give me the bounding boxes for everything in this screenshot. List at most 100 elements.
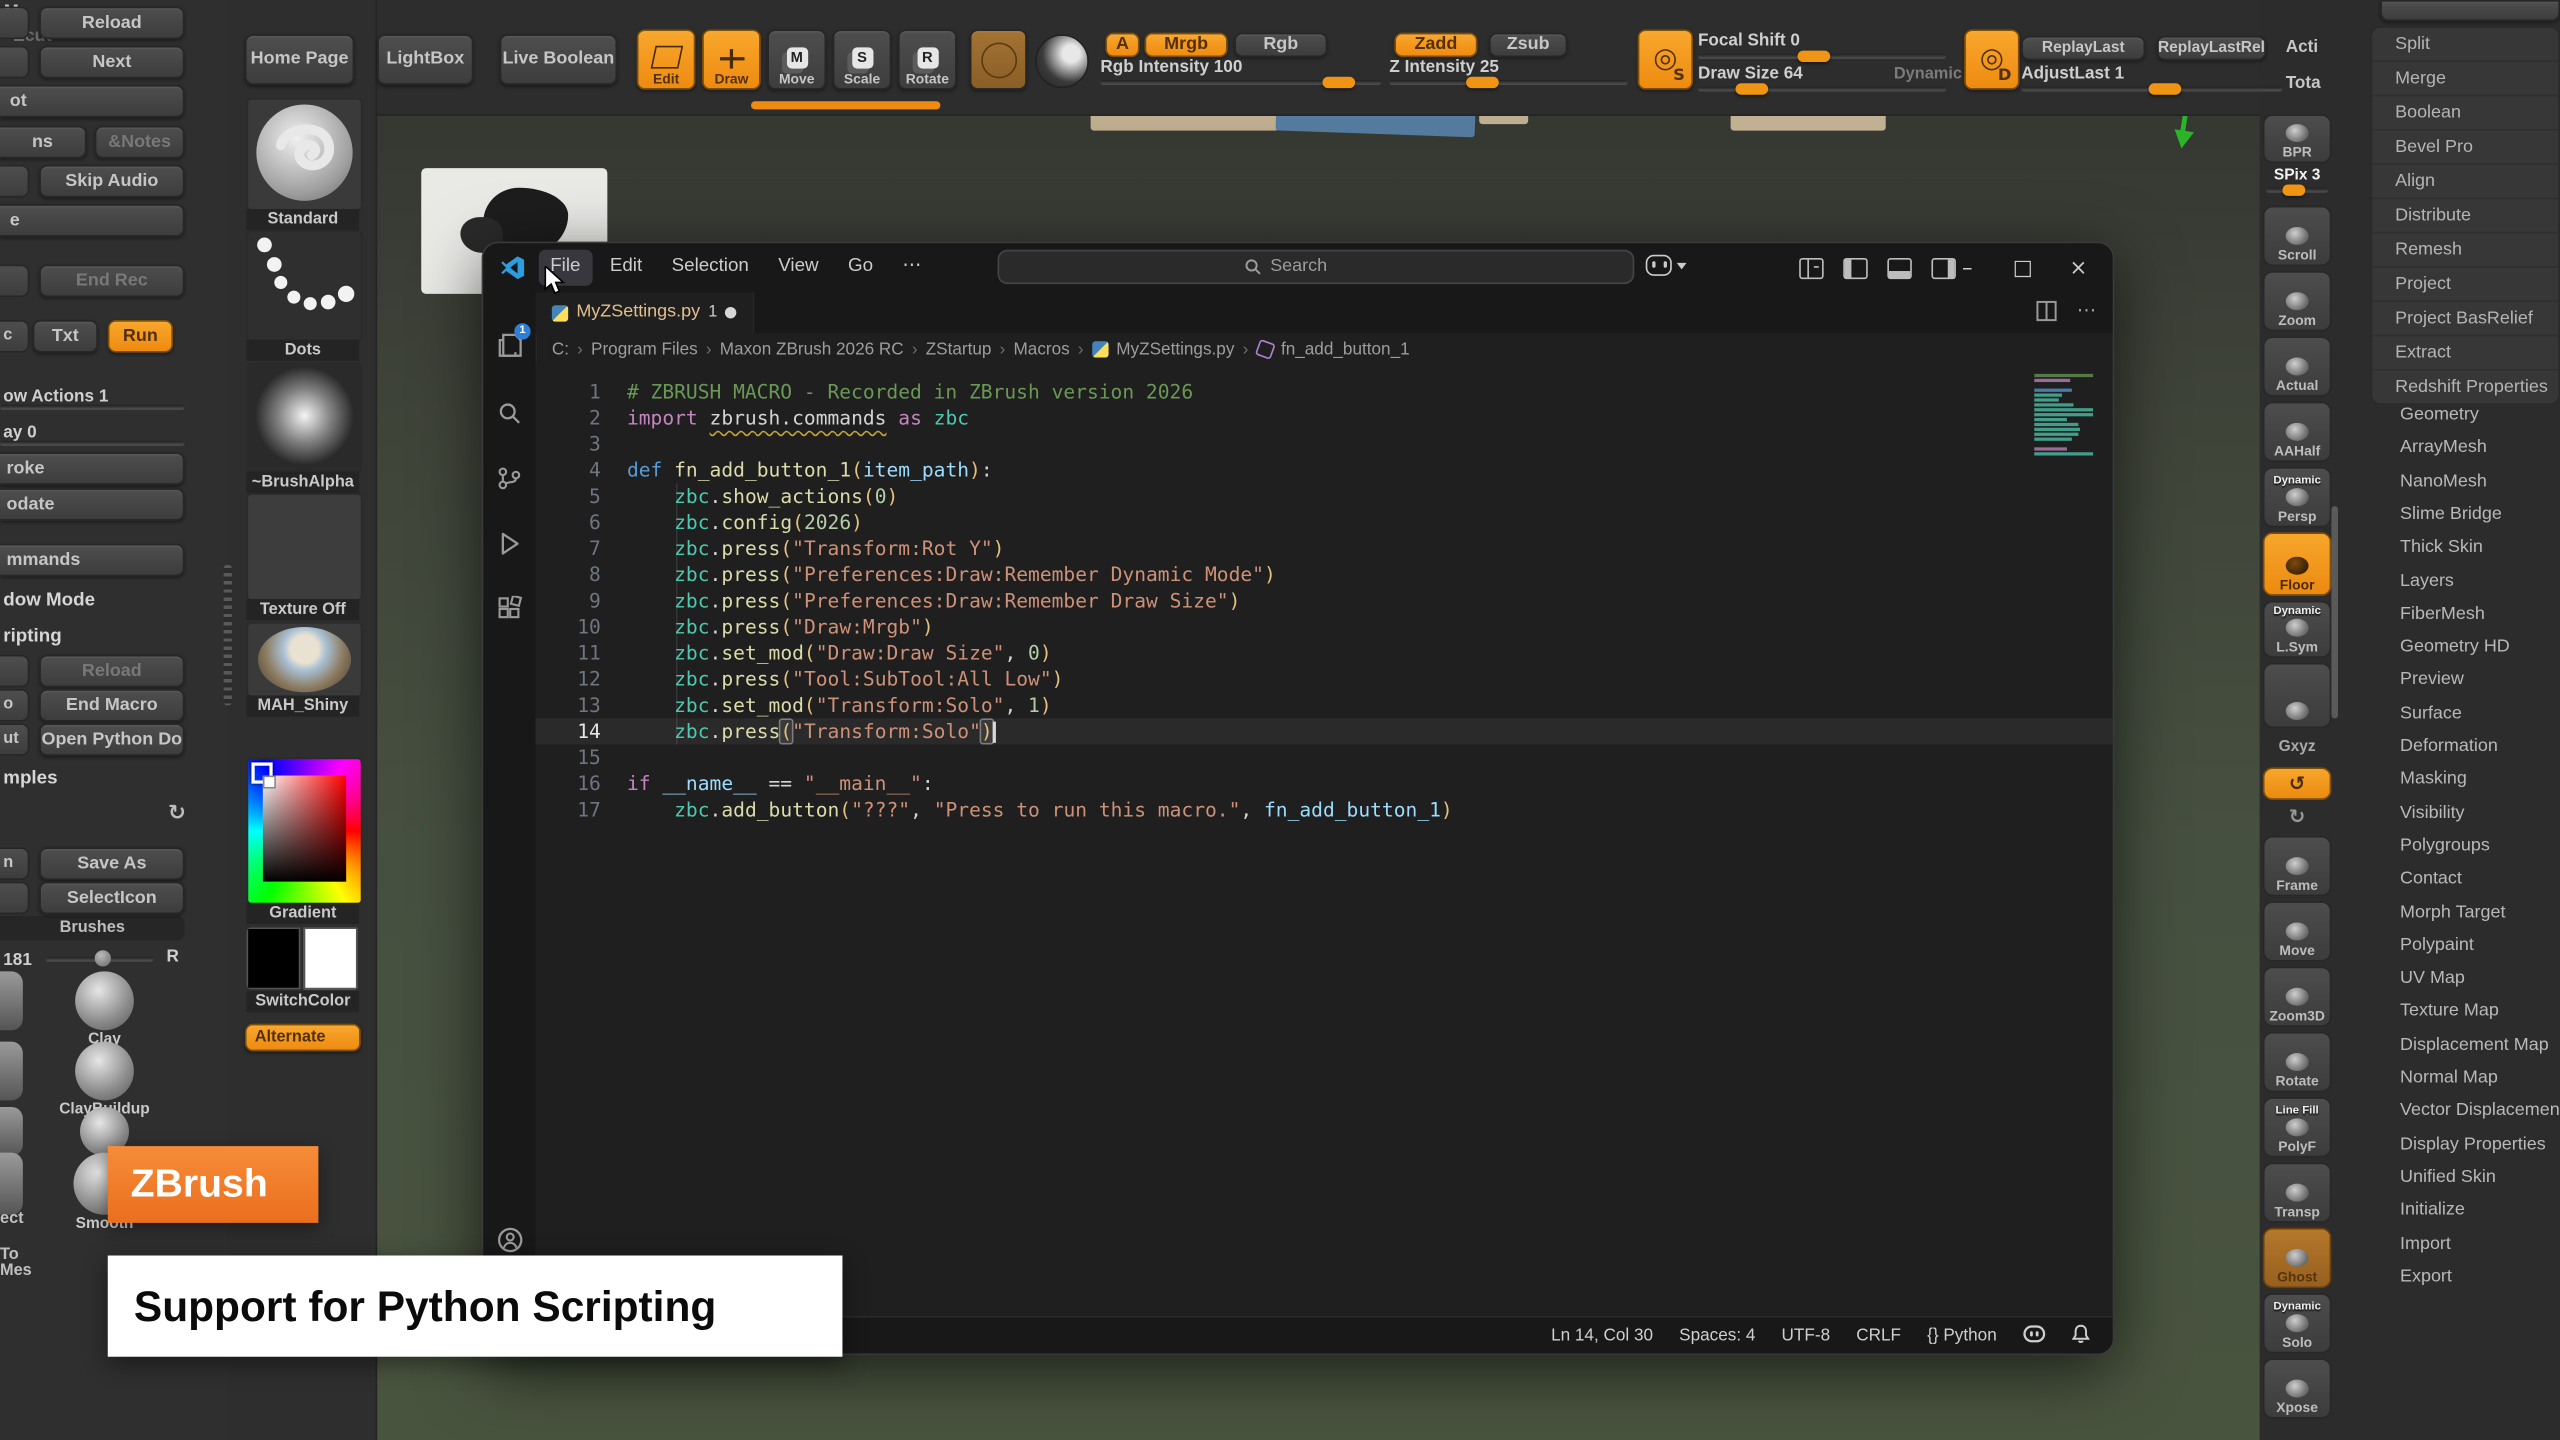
menu-item-geometry-hd[interactable]: Geometry HD — [2400, 635, 2510, 658]
rail-slider-ow-actions-1[interactable]: ow Actions 1 — [0, 380, 229, 413]
rail-slider-ay-0[interactable]: ay 0 — [0, 416, 229, 449]
rail-button-odate[interactable]: odate — [0, 488, 184, 521]
menu-item-selection[interactable]: Selection — [660, 250, 760, 285]
undo-icon[interactable]: ↺ — [2263, 767, 2332, 800]
breadcrumb-item[interactable]: fn_add_button_1 — [1281, 341, 1410, 358]
menu-item-align[interactable]: Align — [2372, 165, 2558, 199]
close-button[interactable]: × — [2051, 257, 2107, 278]
brush-thumb-stub[interactable] — [0, 1153, 23, 1215]
rail-stub-button[interactable]: n — [0, 847, 29, 880]
minimize-button[interactable]: – — [1940, 257, 1996, 278]
menu-item-fibermesh[interactable]: FiberMesh — [2400, 602, 2485, 625]
rail-button-run[interactable]: Run — [108, 320, 173, 353]
rail-button-ns[interactable]: ns — [0, 126, 87, 159]
menu-item-texture-map[interactable]: Texture Map — [2400, 999, 2499, 1022]
slider-handle[interactable] — [1736, 83, 1769, 94]
shelf-button-lock-camera-icon[interactable] — [2263, 663, 2332, 728]
status-item-utf-8[interactable]: UTF-8 — [1782, 1327, 1831, 1344]
material-flat-button[interactable] — [970, 29, 1027, 89]
toggle-a[interactable]: A — [1105, 33, 1139, 57]
menu-item-polygroups[interactable]: Polygroups — [2400, 834, 2490, 857]
brush-thumb-standard[interactable] — [247, 98, 363, 211]
slider-handle[interactable] — [1798, 51, 1831, 62]
slider-z-intensity-25[interactable]: Z Intensity 25 — [1389, 59, 1627, 88]
toggle-rgb[interactable]: Rgb — [1234, 33, 1327, 57]
shelf-slider-spix-3[interactable]: SPix 3 — [2263, 168, 2332, 197]
shelf-button-bpr[interactable]: BPR — [2263, 114, 2332, 163]
breadcrumb-item[interactable]: Maxon ZBrush 2026 RC — [720, 341, 904, 358]
menu-item-[interactable]: ⋯ — [891, 250, 933, 285]
rail-stub-button[interactable] — [0, 46, 29, 79]
breadcrumb-item[interactable]: C: — [552, 341, 569, 358]
brush-thumb-brushalpha[interactable] — [247, 362, 363, 473]
breadcrumb-item[interactable]: Macros — [1014, 341, 1070, 358]
explorer-icon[interactable]: 1 — [483, 320, 535, 369]
shelf-item-gxyz[interactable]: Gxyz — [2263, 735, 2332, 761]
slider-rgb-intensity-100[interactable]: Rgb Intensity 100 — [1100, 59, 1381, 88]
slider-adjustlast-1[interactable]: AdjustLast 1 — [2021, 65, 2282, 94]
redo-icon[interactable]: ↻ — [2263, 803, 2332, 829]
rail-button-skip-audio[interactable]: Skip Audio — [39, 165, 184, 198]
shelf-button-zoom3d[interactable]: Zoom3D — [2263, 967, 2332, 1027]
menu-item-import[interactable]: Import — [2400, 1233, 2451, 1256]
menu-item-contact[interactable]: Contact — [2400, 867, 2462, 890]
sv-selector[interactable] — [263, 776, 276, 789]
mode-button-rotate[interactable]: RRotate — [898, 29, 957, 89]
menu-item-project[interactable]: Project — [2372, 268, 2558, 302]
shelf-button-solo[interactable]: DynamicSolo — [2263, 1293, 2332, 1353]
brush-thumb-stub[interactable] — [0, 1107, 23, 1156]
brush-thumb-gradient[interactable] — [247, 758, 363, 905]
shelf-button-transp[interactable]: Transp — [2263, 1162, 2332, 1222]
menu-item-morph-target[interactable]: Morph Target — [2400, 901, 2505, 924]
menu-item-go[interactable]: Go — [837, 250, 885, 285]
status-item-crlf[interactable]: CRLF — [1856, 1327, 1901, 1344]
shelf-button-actual[interactable]: Actual — [2263, 336, 2332, 396]
code-editor[interactable]: 1# ZBRUSH MACRO - Recorded in ZBrush ver… — [536, 366, 2113, 1318]
breadcrumb-item[interactable]: ZStartup — [926, 341, 992, 358]
menu-item-boolean[interactable]: Boolean — [2372, 96, 2558, 130]
menu-item-displacement-map[interactable]: Displacement Map — [2400, 1033, 2549, 1056]
rail-stub-button[interactable]: ut — [0, 723, 29, 756]
menu-item-visibility[interactable]: Visibility — [2400, 802, 2465, 825]
slider-handle[interactable] — [1323, 77, 1356, 88]
status-item-spaces-4[interactable]: Spaces: 4 — [1679, 1327, 1755, 1344]
search-input[interactable]: Search — [998, 250, 1635, 284]
menu-item-display-properties[interactable]: Display Properties — [2400, 1133, 2546, 1156]
slider-focal-shift-0[interactable]: Focal Shift 0 — [1698, 33, 1946, 62]
tray-button-alternate[interactable]: Alternate — [245, 1024, 361, 1052]
brush-size-track[interactable] — [46, 957, 154, 962]
rail-button-end-macro[interactable]: End Macro — [39, 689, 184, 722]
search-sidebar-icon[interactable] — [483, 389, 535, 438]
menu-item-bevel-pro[interactable]: Bevel Pro — [2372, 131, 2558, 165]
rail-button-reload[interactable]: Reload — [39, 7, 184, 40]
brush-thumb-clay[interactable] — [75, 971, 134, 1030]
brushes-bar[interactable]: Brushes — [0, 916, 184, 940]
rail-button-txt[interactable]: Txt — [33, 320, 98, 353]
menu-item-unified-skin[interactable]: Unified Skin — [2400, 1166, 2496, 1189]
rail-stub-button[interactable]: o — [0, 689, 29, 722]
menu-item-surface[interactable]: Surface — [2400, 702, 2462, 725]
rail-button-roke[interactable]: roke — [0, 452, 184, 485]
tab-more-icon[interactable]: ⋯ — [2077, 299, 2097, 322]
tray-divider-handle[interactable] — [224, 565, 232, 705]
menu-item-thick-skin[interactable]: Thick Skin — [2400, 536, 2483, 559]
stroke-palette-button[interactable]: ◎S — [1638, 29, 1694, 89]
menu-item-vector-displacement[interactable]: Vector Displacement — [2400, 1099, 2560, 1122]
brush-thumb-mah-shiny[interactable] — [247, 622, 363, 697]
shelf-button-scroll[interactable]: Scroll — [2263, 206, 2332, 266]
toggle-mrgb[interactable]: Mrgb — [1144, 33, 1227, 57]
brush-thumb-claybuildup[interactable] — [75, 1042, 134, 1101]
shelf-button-frame[interactable]: Frame — [2263, 836, 2332, 896]
menu-item-arraymesh[interactable]: ArrayMesh — [2400, 436, 2487, 459]
menu-item-project-basrelief[interactable]: Project BasRelief — [2372, 302, 2558, 336]
toggle-panel-icon[interactable] — [1887, 258, 1911, 279]
bell-icon[interactable] — [2072, 1324, 2090, 1348]
brush-thumb-texture-off[interactable] — [247, 493, 363, 601]
minimap[interactable] — [2034, 374, 2099, 457]
toggle-sidebar-icon[interactable] — [1843, 258, 1867, 279]
menu-item-deformation[interactable]: Deformation — [2400, 735, 2498, 758]
rail-stub-button[interactable] — [0, 882, 29, 915]
shelf-button-persp[interactable]: DynamicPersp — [2263, 467, 2332, 527]
toggle-zadd[interactable]: Zadd — [1394, 33, 1477, 57]
rail-button-notes[interactable]: &Notes — [95, 126, 185, 159]
